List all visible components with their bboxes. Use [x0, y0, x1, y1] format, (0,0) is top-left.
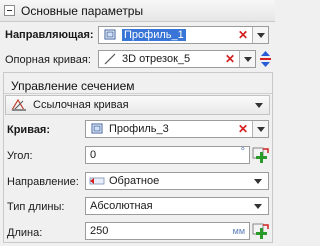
- angle-value: 0: [90, 149, 97, 161]
- direction-select[interactable]: Обратное: [85, 172, 269, 190]
- reference-curve-icon: [11, 98, 27, 112]
- direction-label: Направление:: [7, 176, 79, 188]
- curve-label: Кривая:: [7, 124, 51, 136]
- clear-icon[interactable]: ✕: [236, 122, 250, 136]
- guide-combo[interactable]: Профиль_1 ✕: [98, 26, 269, 44]
- curve-combo[interactable]: Профиль_3 ✕: [85, 120, 269, 138]
- section-mode-value: Ссылочная кривая: [33, 99, 129, 111]
- dropdown-button[interactable]: [239, 51, 255, 67]
- line-segment-icon: [102, 52, 118, 66]
- curve-value: Профиль_3: [109, 123, 169, 135]
- collapse-icon[interactable]: [4, 5, 15, 16]
- profile-icon: [102, 28, 118, 42]
- swap-direction-icon[interactable]: [258, 50, 273, 68]
- angle-input[interactable]: 0 °: [85, 146, 250, 164]
- chevron-down-icon: [254, 203, 262, 209]
- chevron-down-icon: [255, 102, 263, 108]
- add-variable-icon[interactable]: [252, 223, 270, 240]
- dropdown-button[interactable]: [252, 121, 268, 137]
- guide-label: Направляющая:: [5, 29, 94, 41]
- length-type-select[interactable]: Абсолютная: [85, 197, 269, 215]
- chevron-down-icon: [243, 56, 252, 62]
- dropdown-button[interactable]: [252, 27, 268, 43]
- length-unit: мм: [232, 226, 245, 236]
- length-label: Длина:: [7, 227, 43, 239]
- chevron-down-icon: [256, 32, 265, 38]
- length-type-value: Абсолютная: [90, 200, 153, 212]
- divider: [4, 93, 272, 94]
- base-curve-label: Опорная кривая:: [5, 54, 91, 66]
- section-title-main: Основные параметры: [21, 4, 144, 18]
- clear-icon[interactable]: ✕: [236, 28, 250, 42]
- length-value: 250: [90, 225, 109, 237]
- section-title: Управление сечением: [11, 79, 135, 93]
- angle-unit: °: [240, 146, 245, 158]
- base-curve-value: 3D отрезок_5: [122, 53, 191, 65]
- add-variable-icon[interactable]: [252, 147, 270, 164]
- profile-icon: [89, 122, 105, 136]
- chevron-down-icon: [256, 126, 265, 132]
- direction-value: Обратное: [109, 175, 160, 187]
- section-mode-select[interactable]: Ссылочная кривая: [5, 95, 270, 115]
- reverse-direction-icon: [89, 174, 105, 188]
- guide-value: Профиль_1: [122, 29, 186, 41]
- length-type-label: Тип длины:: [7, 201, 65, 213]
- angle-label: Угол:: [7, 150, 33, 162]
- base-curve-combo[interactable]: 3D отрезок_5 ✕: [98, 50, 256, 68]
- clear-icon[interactable]: ✕: [223, 52, 237, 66]
- length-input[interactable]: 250 мм: [85, 222, 250, 240]
- chevron-down-icon: [254, 178, 262, 184]
